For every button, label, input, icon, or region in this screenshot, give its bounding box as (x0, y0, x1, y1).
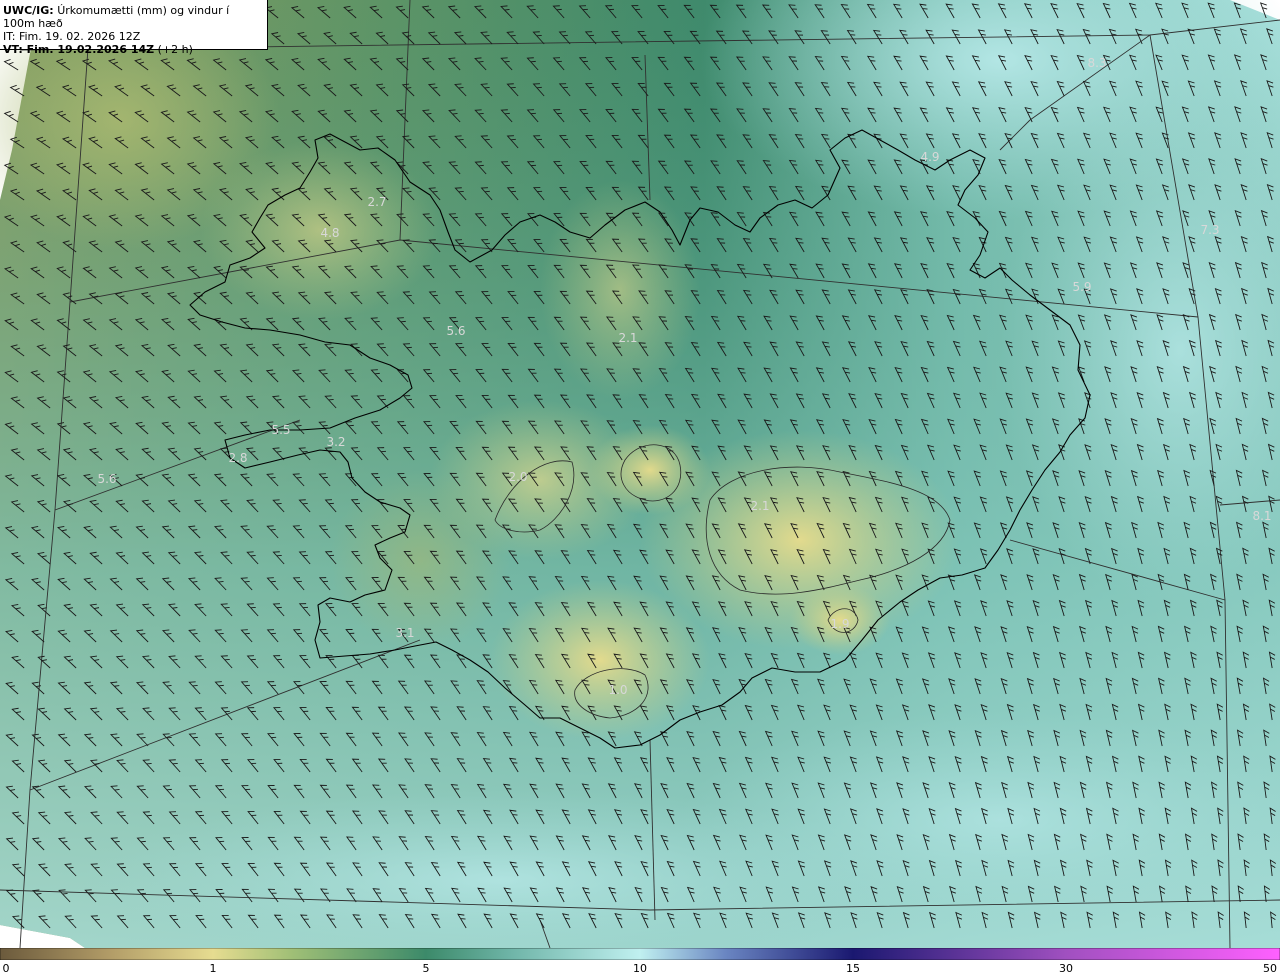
map-value-label: 3.1 (395, 626, 415, 640)
map-header: UWC/IG: Úrkomumætti (mm) og vindur í 100… (0, 0, 268, 56)
map-value-label: 4.9 (920, 150, 940, 164)
colorbar-ticks: 0 1 5 10 15 30 50 (0, 962, 1280, 978)
map-value-label: 8.1 (1252, 509, 1272, 523)
colorbar-tick-label: 0 (2, 962, 10, 975)
precipitation-map (0, 0, 1280, 948)
map-value-label: 1.9 (830, 617, 850, 631)
colorbar-tick-label: 10 (633, 962, 647, 975)
map-value-label: 2.8 (228, 451, 248, 465)
valid-time: VT: Fim. 19.02.2026 14Z (3, 43, 155, 56)
valid-offset: (+2 h) (157, 43, 193, 56)
map-value-label: 7.3 (1200, 223, 1220, 237)
map-value-label: 5.6 (97, 472, 117, 486)
issue-time: IT: Fim. 19. 02. 2026 12Z (3, 30, 141, 43)
colorbar-tick-label: 5 (422, 962, 430, 975)
map-value-label: 5.6 (446, 324, 466, 338)
map-value-label: 2.1 (750, 499, 770, 513)
map-value-label: 8.3 (1087, 56, 1107, 70)
valid-time-line: VT: Fim. 19.02.2026 14Z (+2 h) (3, 43, 264, 56)
colorbar (0, 948, 1280, 960)
colorbar-tick-label: 15 (846, 962, 860, 975)
map-value-label: 4.8 (320, 226, 340, 240)
colorbar-tick-label: 1 (209, 962, 217, 975)
product-code: UWC/IG: (3, 4, 54, 17)
map-value-label: 2.1 (618, 331, 638, 345)
map-value-label: 2.7 (367, 195, 387, 209)
header-title-line: UWC/IG: Úrkomumætti (mm) og vindur í 100… (3, 4, 264, 30)
map-value-label: 5.9 (1072, 280, 1092, 294)
colorbar-tick-label: 50 (1263, 962, 1277, 975)
map-value-label: 5.5 (271, 423, 291, 437)
map-value-label: 1.0 (608, 683, 628, 697)
colorbar-tick-label: 30 (1059, 962, 1073, 975)
map-value-label: 3.2 (326, 435, 346, 449)
map-value-label: 2.0 (508, 470, 528, 484)
